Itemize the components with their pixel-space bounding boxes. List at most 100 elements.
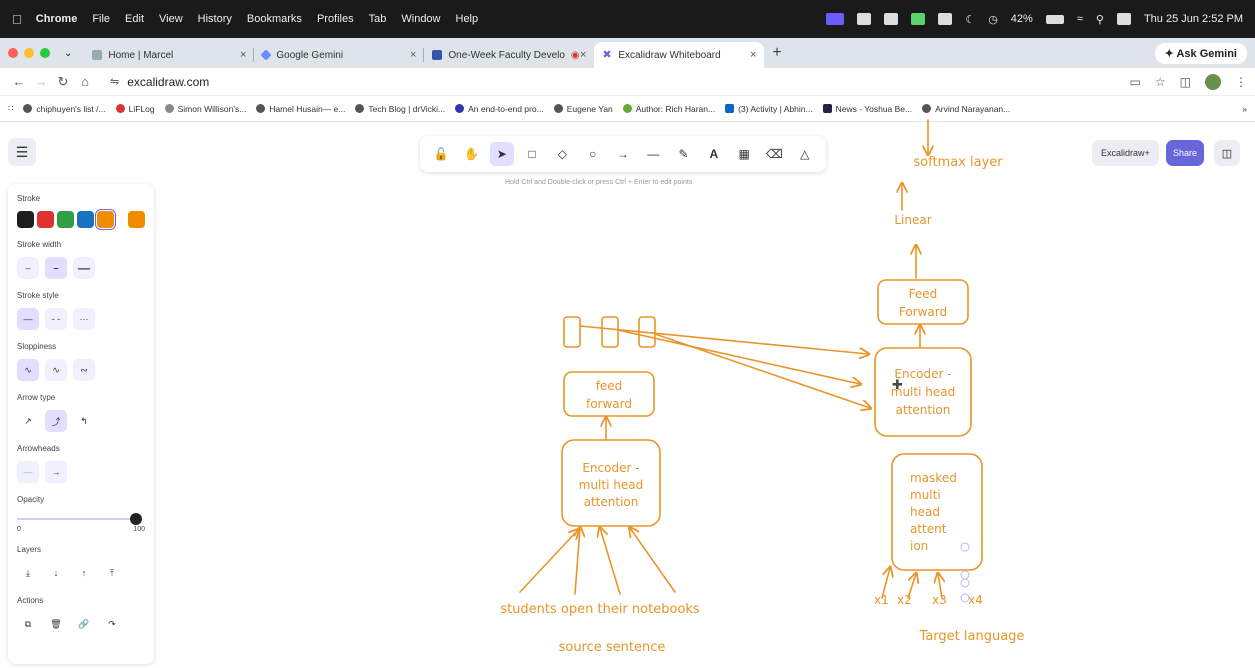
site-settings-icon[interactable]: ⇋ <box>110 75 119 88</box>
bring-to-front-icon[interactable]: ⤒ <box>101 562 123 584</box>
image-icon[interactable]: ▦ <box>732 142 756 166</box>
eraser-icon[interactable]: ⌫ <box>762 142 786 166</box>
reload-icon[interactable]: ↻ <box>52 74 74 90</box>
color-swatch-red[interactable] <box>37 211 54 228</box>
bookmark-item[interactable]: Hamel Husain— e... <box>256 104 345 114</box>
send-to-back-icon[interactable]: ⤓ <box>17 562 39 584</box>
stroke-extra-bold-icon[interactable]: — <box>73 257 95 279</box>
sloppiness-architect-icon[interactable]: ∿ <box>17 359 39 381</box>
stroke-dotted-icon[interactable]: ··· <box>73 308 95 330</box>
arrow-their[interactable] <box>600 528 621 595</box>
extensions-icon[interactable]: ◫ <box>1180 75 1191 89</box>
forward-icon[interactable]: → <box>30 74 52 89</box>
arrow-icon[interactable]: → <box>611 142 635 166</box>
arrow-elbow-icon[interactable]: ↰ <box>73 410 95 432</box>
bring-forward-icon[interactable]: ↑ <box>73 562 95 584</box>
moon-icon[interactable]: ☾ <box>965 13 975 26</box>
ask-gemini-button[interactable]: ✦ Ask Gemini <box>1154 43 1247 64</box>
search-icon[interactable]: ⚲ <box>1096 13 1104 26</box>
bookmark-item[interactable]: Eugene Yan <box>553 104 613 114</box>
clock-text[interactable]: Thu 25 Jun 2:52 PM <box>1144 13 1243 25</box>
opacity-slider[interactable] <box>17 512 145 526</box>
excalidraw-plus-button[interactable]: Excalidraw+ <box>1092 140 1159 166</box>
color-swatch-black[interactable] <box>17 211 34 228</box>
clock-icon[interactable]: ◷ <box>988 13 998 26</box>
tray-app-icon[interactable] <box>938 13 953 25</box>
menu-edit[interactable]: Edit <box>125 13 144 25</box>
close-tab-icon[interactable]: × <box>750 49 756 61</box>
tray-app-icon[interactable] <box>884 13 899 25</box>
bookmark-star-icon[interactable]: ☆ <box>1155 75 1166 89</box>
apple-icon[interactable]:  <box>12 12 22 27</box>
share-button[interactable]: Share <box>1166 140 1204 166</box>
menu-file[interactable]: File <box>92 13 110 25</box>
bookmark-item[interactable]: Simon Willison's... <box>164 104 246 114</box>
bookmark-item[interactable]: LiFLog <box>115 104 155 114</box>
duplicate-icon[interactable]: ⧉ <box>17 613 39 635</box>
cast-icon[interactable]: ▭ <box>1130 75 1141 89</box>
close-tab-icon[interactable]: × <box>410 49 416 61</box>
sloppiness-cartoonist-icon[interactable]: ∾ <box>73 359 95 381</box>
selection-icon[interactable]: ➤ <box>489 142 514 166</box>
arrowhead-start-icon[interactable]: — <box>17 461 39 483</box>
delete-icon[interactable]: 🗑 <box>45 613 67 635</box>
rectangle-icon[interactable]: □ <box>520 142 544 166</box>
menu-history[interactable]: History <box>198 13 232 25</box>
opacity-thumb[interactable] <box>130 513 142 525</box>
tray-app-icon[interactable] <box>857 13 872 25</box>
bookmark-item[interactable]: Tech Blog | drVicki... <box>355 104 445 114</box>
ellipse-icon[interactable]: ○ <box>581 142 605 166</box>
link-icon[interactable]: 🔗 <box>73 613 95 635</box>
text-icon[interactable]: A <box>702 142 726 166</box>
stroke-solid-icon[interactable]: — <box>17 308 39 330</box>
bookmark-item[interactable]: (3) Activity | Abhin... <box>725 104 813 114</box>
library-sidebar-icon[interactable]: ◫ <box>1214 140 1240 166</box>
home-icon[interactable]: ⌂ <box>74 74 96 89</box>
selection-handle[interactable] <box>960 570 970 580</box>
tab-faculty-development[interactable]: One-Week Faculty Develo ◉ × <box>424 42 594 68</box>
lock-icon[interactable]: 🔓 <box>429 142 453 166</box>
stroke-bold-icon[interactable]: – <box>45 257 67 279</box>
bookmark-item[interactable]: Arvind Narayanan... <box>922 104 1010 114</box>
arrow-vector-to-encoder[interactable] <box>617 329 860 384</box>
screen-share-icon[interactable] <box>826 13 845 25</box>
tab-google-gemini[interactable]: Google Gemini × <box>254 42 425 68</box>
main-menu-button[interactable]: ☰ <box>8 138 36 166</box>
apps-grid-icon[interactable]: ∷ <box>8 103 13 114</box>
sloppiness-artist-icon[interactable]: ∿ <box>45 359 67 381</box>
bookmark-item[interactable]: Author: Rich Haran... <box>622 104 715 114</box>
more-tools-icon[interactable]: △ <box>793 142 817 166</box>
battery-icon[interactable] <box>1045 14 1064 24</box>
color-swatch-orange[interactable] <box>95 209 116 230</box>
menu-bookmarks[interactable]: Bookmarks <box>247 13 302 25</box>
send-backward-icon[interactable]: ↓ <box>45 562 67 584</box>
bookmark-item[interactable]: chiphuyen's list /... <box>23 104 106 114</box>
embedding-vector[interactable] <box>601 316 619 348</box>
url-field[interactable]: ⇋ excalidraw.com <box>110 75 209 89</box>
tab-home-marcel[interactable]: Home | Marcel × <box>84 42 255 68</box>
bookmark-item[interactable]: An end-to-end pro... <box>455 104 544 114</box>
new-tab-icon[interactable]: + <box>772 44 781 62</box>
tab-search-chevron-icon[interactable]: ⌄ <box>64 48 72 59</box>
arrow-curved-icon[interactable]: ⤴ <box>45 410 67 432</box>
arrowhead-end-icon[interactable]: → <box>45 461 67 483</box>
line-icon[interactable]: — <box>641 142 665 166</box>
menu-help[interactable]: Help <box>456 13 479 25</box>
bookmark-item[interactable]: News - Yoshua Be... <box>822 104 912 114</box>
close-window-button[interactable] <box>8 48 18 58</box>
minimize-window-button[interactable] <box>24 48 34 58</box>
hand-icon[interactable]: ✋ <box>459 142 483 166</box>
menu-profiles[interactable]: Profiles <box>317 13 354 25</box>
color-swatch-blue[interactable] <box>77 211 94 228</box>
arrow-sharp-icon[interactable]: ↗ <box>17 410 39 432</box>
color-swatch-green[interactable] <box>57 211 74 228</box>
tray-app-icon[interactable] <box>911 13 926 25</box>
arrow-vector-to-encoder[interactable] <box>654 333 870 408</box>
selection-handle[interactable] <box>960 542 970 552</box>
close-tab-icon[interactable]: × <box>240 49 246 61</box>
back-icon[interactable]: ← <box>8 74 30 89</box>
more-bookmarks-icon[interactable]: » <box>1242 104 1247 114</box>
stroke-thin-icon[interactable]: – <box>17 257 39 279</box>
diamond-icon[interactable]: ◇ <box>550 142 574 166</box>
draw-icon[interactable]: ✎ <box>672 142 696 166</box>
